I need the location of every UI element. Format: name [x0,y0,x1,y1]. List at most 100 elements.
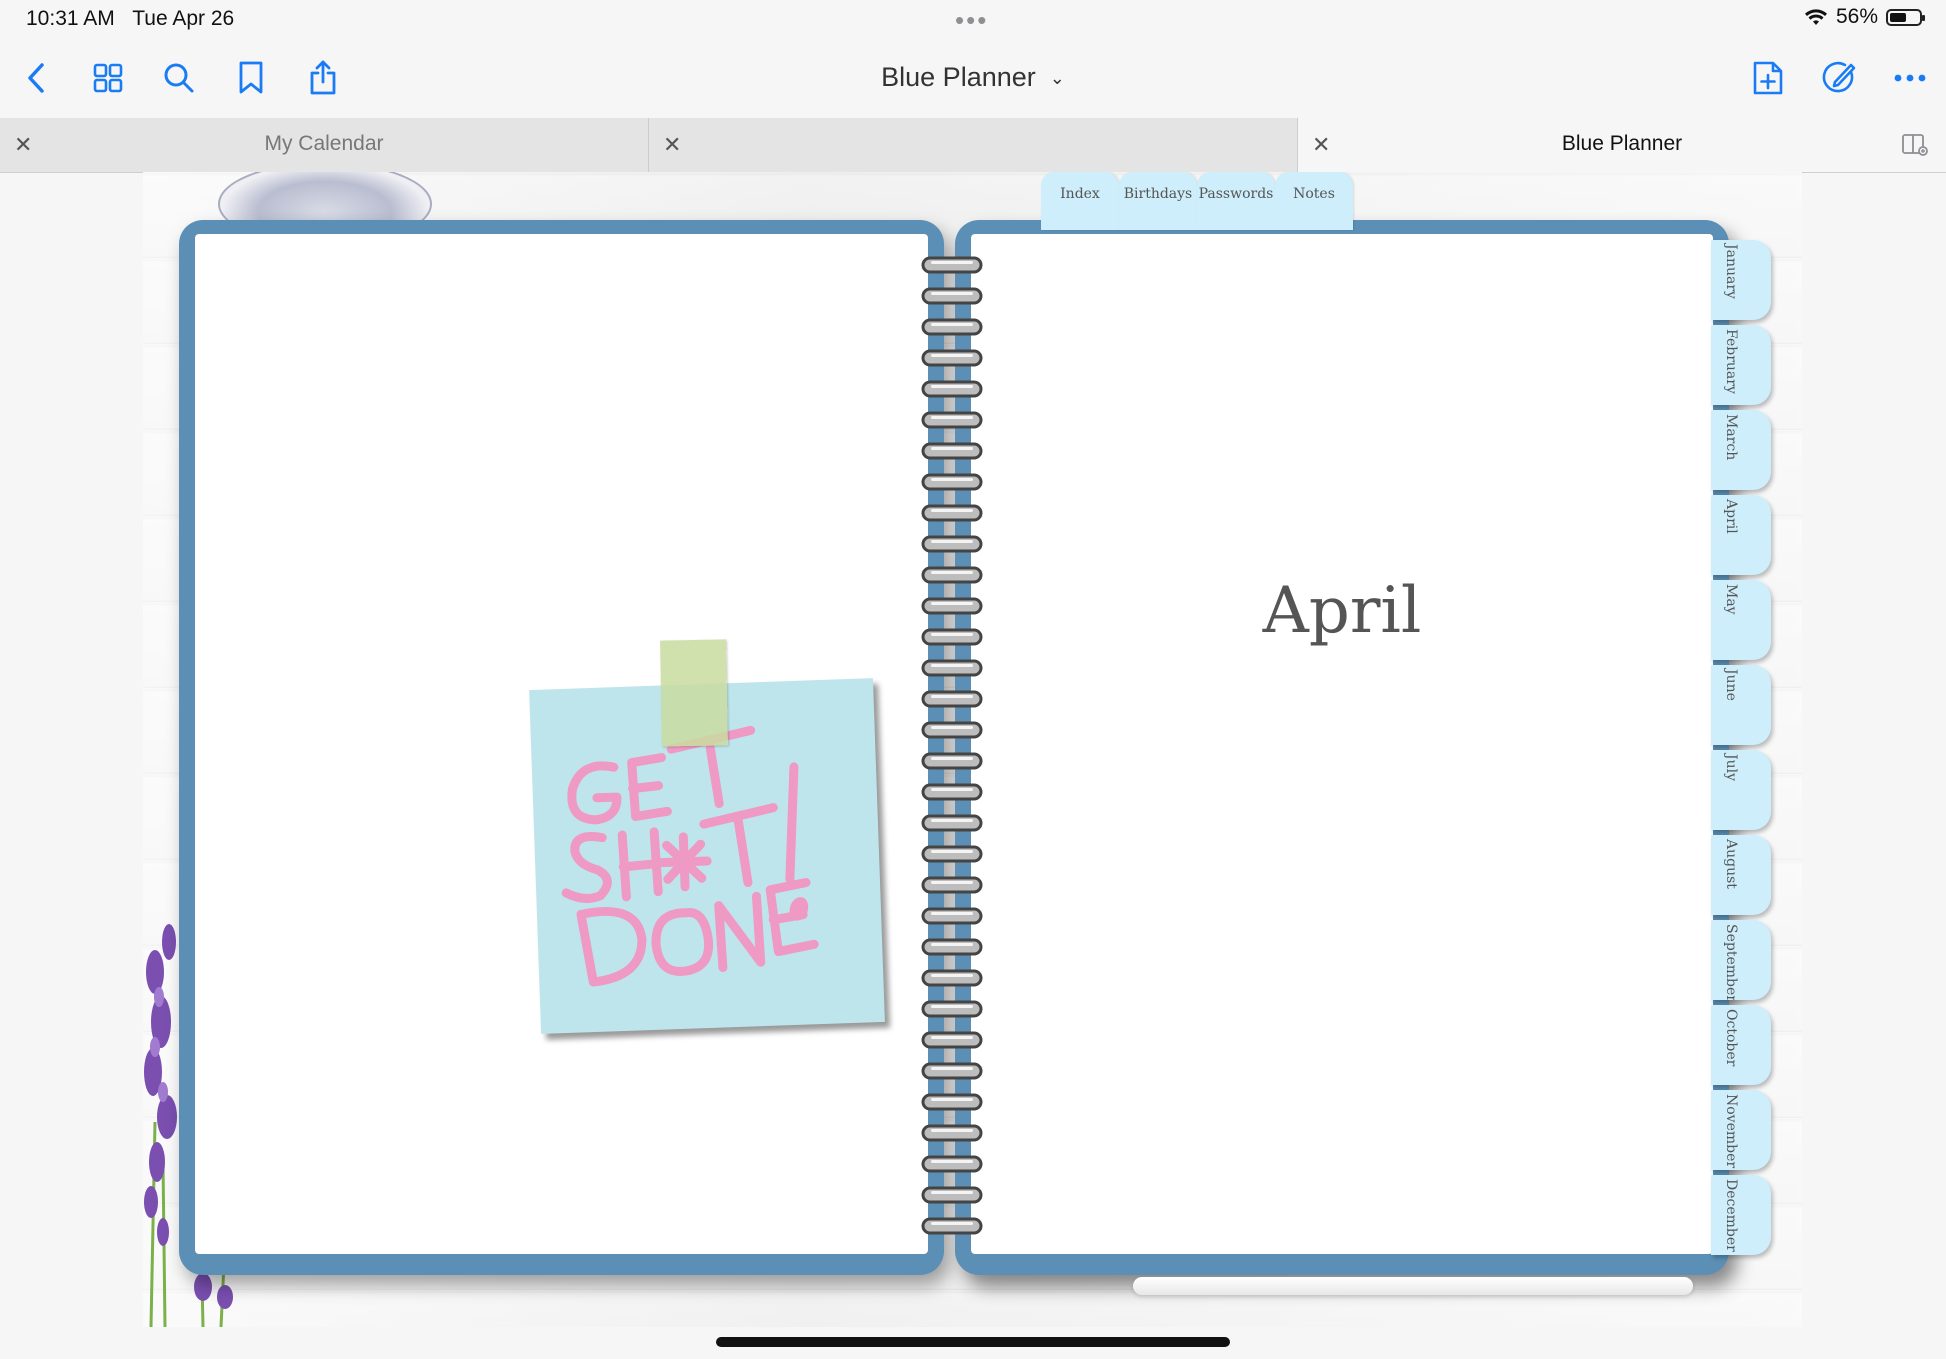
month-tab-august[interactable]: August [1711,835,1771,915]
index-tabs: Index Birthdays Passwords Notes [1041,172,1353,232]
month-tab-march[interactable]: March [1711,410,1771,490]
month-tab-september[interactable]: September [1711,920,1771,1000]
spiral-ring [921,721,983,739]
spiral-ring [921,566,983,584]
spiral-ring [921,1217,983,1235]
right-notebook-page: April [955,220,1729,1275]
spiral-ring [921,597,983,615]
spiral-ring [921,1031,983,1049]
spiral-ring [921,628,983,646]
month-tab-october[interactable]: October [1711,1005,1771,1085]
month-tab-label: January [1723,244,1739,299]
document-toolbar: Blue Planner ⌄ [0,40,1946,118]
month-tab-december[interactable]: December [1711,1175,1771,1255]
status-bar: 10:31 AM Tue Apr 26 ••• 56% [0,0,1946,40]
tab-birthdays[interactable]: Birthdays [1119,172,1197,230]
spiral-ring [921,256,983,274]
planner-page-canvas[interactable]: April Index Birthdays Passwords Notes Ja… [143,172,1802,1327]
spiral-ring [921,907,983,925]
edit-mode-button[interactable] [1819,58,1859,98]
tab-untitled[interactable]: ✕ [649,118,1298,172]
tab-label: Passwords [1198,186,1274,202]
spiral-binding [921,256,983,1235]
spiral-ring [921,1124,983,1142]
pencil-image [1133,1277,1693,1295]
tab-index[interactable]: Index [1041,172,1119,230]
month-tab-label: September [1723,924,1739,1000]
status-indicators: 56% [1804,5,1925,29]
document-title-button[interactable]: Blue Planner ⌄ [881,62,1065,92]
home-indicator[interactable] [716,1337,1230,1347]
spiral-ring [921,1155,983,1173]
tab-label: My Calendar [264,132,384,155]
pen-edit-icon [1822,61,1856,93]
spiral-ring [921,814,983,832]
washi-tape [660,639,728,747]
search-icon [164,63,194,93]
status-date: Tue Apr 26 [132,7,235,30]
bookmark-button[interactable] [231,58,271,98]
month-tab-november[interactable]: November [1711,1090,1771,1170]
spiral-ring [921,845,983,863]
month-tab-april[interactable]: April [1711,495,1771,575]
month-tab-february[interactable]: February [1711,325,1771,405]
chevron-down-icon: ⌄ [1049,68,1065,89]
right-page-paper[interactable]: April [971,234,1713,1254]
document-tabs: ✕ My Calendar ✕ ✕ Blue Planner [0,118,1946,173]
spiral-ring [921,690,983,708]
spiral-ring [921,442,983,460]
month-tab-july[interactable]: July [1711,750,1771,830]
back-chevron-icon [28,63,44,93]
month-tab-may[interactable]: May [1711,580,1771,660]
tab-my-calendar[interactable]: ✕ My Calendar [0,118,649,172]
month-tab-label: May [1723,584,1739,615]
spiral-ring [921,969,983,987]
tab-label: Index [1060,186,1100,202]
document-title: Blue Planner [881,62,1036,92]
spiral-ring [921,876,983,894]
month-tab-label: April [1723,499,1739,534]
month-tab-label: March [1723,414,1739,461]
spiral-ring [921,1093,983,1111]
spiral-ring [921,752,983,770]
spiral-ring [921,1000,983,1018]
tab-label: Notes [1293,186,1335,202]
split-view-icon[interactable] [1902,134,1928,156]
multitasking-indicator[interactable]: ••• [955,5,988,36]
tab-blue-planner[interactable]: ✕ Blue Planner [1298,118,1946,172]
back-button[interactable] [16,58,56,98]
thumbnails-button[interactable] [88,58,128,98]
spiral-ring [921,783,983,801]
tab-label: Birthdays [1123,186,1193,202]
spiral-ring [921,349,983,367]
status-time: 10:31 AM Tue Apr 26 [26,7,235,30]
wifi-icon [1804,9,1827,25]
tab-notes[interactable]: Notes [1275,172,1353,230]
search-button[interactable] [159,58,199,98]
month-tab-june[interactable]: June [1711,665,1771,745]
share-button[interactable] [303,58,343,98]
month-tab-label: August [1723,839,1739,889]
tab-passwords[interactable]: Passwords [1197,172,1275,230]
spiral-ring [921,473,983,491]
add-page-icon [1753,61,1783,95]
spiral-ring [921,659,983,677]
tab-label: Blue Planner [1561,132,1683,155]
more-icon [1894,74,1926,82]
spiral-ring [921,380,983,398]
close-icon[interactable]: ✕ [663,132,681,158]
month-tab-label: February [1723,329,1739,394]
battery-percent: 56% [1835,5,1878,28]
spiral-ring [921,1186,983,1204]
month-tab-january[interactable]: January [1711,240,1771,320]
month-tab-label: June [1723,669,1739,701]
month-tab-label: October [1723,1009,1739,1067]
document-title-area: Blue Planner ⌄ [0,62,1946,93]
month-tab-label: December [1723,1179,1739,1252]
month-tab-label: July [1723,754,1739,782]
spiral-ring [921,318,983,336]
spiral-ring [921,1062,983,1080]
more-button[interactable] [1890,58,1930,98]
spiral-ring [921,504,983,522]
add-page-button[interactable] [1748,58,1788,98]
